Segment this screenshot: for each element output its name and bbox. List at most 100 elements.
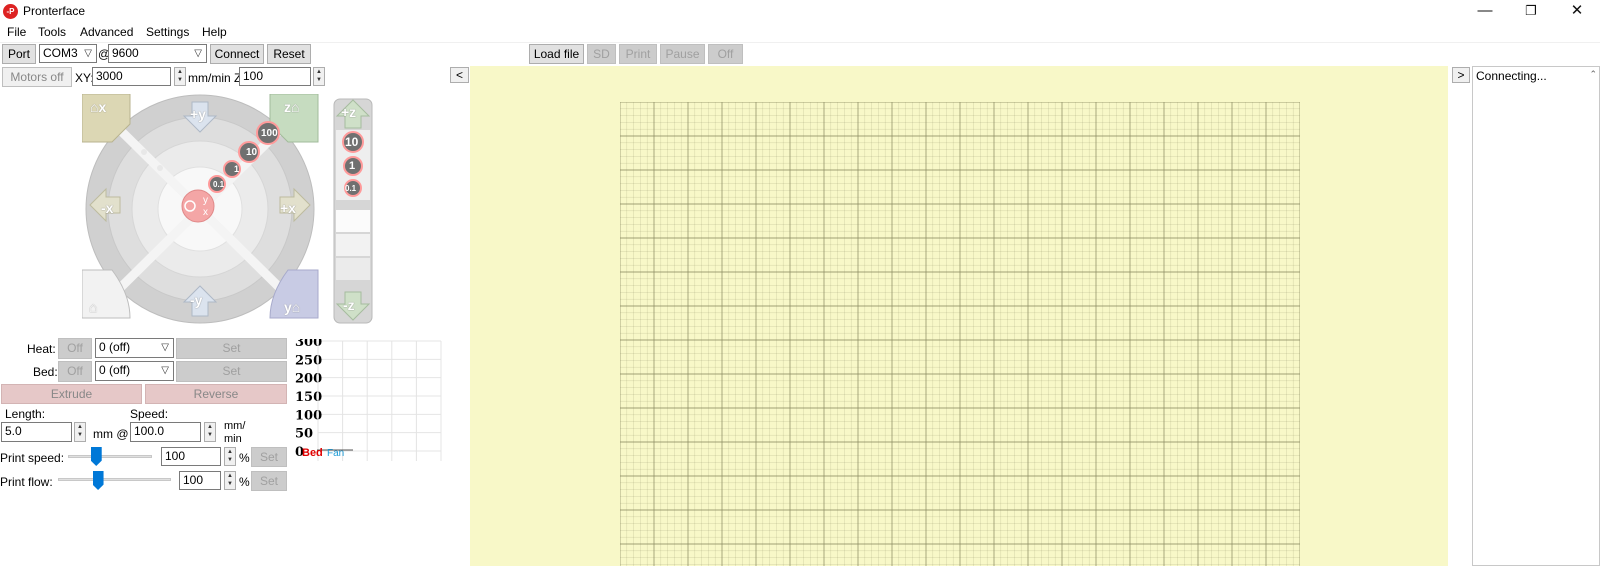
close-icon[interactable]: ✕ [1554,0,1600,22]
sd-button[interactable]: SD [587,44,616,64]
jog-minus-y[interactable]: -y [190,292,202,308]
collapse-left-button[interactable]: < [450,67,469,83]
menu-file[interactable]: File [7,25,26,39]
z-step-1[interactable]: 1 [349,160,355,172]
speed-unit-top: mm/ [224,420,246,432]
baud-select[interactable]: 9600 ▽ [108,44,207,63]
heat-set-button[interactable]: Set [176,338,287,359]
print-preview-panel[interactable] [470,66,1448,566]
bed-off-button[interactable]: Off [58,361,92,382]
bed-select[interactable]: 0 (off) ▽ [95,361,174,381]
extrude-button[interactable]: Extrude [1,384,142,404]
jog-minus-x[interactable]: -x [101,200,113,216]
graph-bed-label: Bed [302,447,323,459]
jog-minus-z[interactable]: -z [343,297,355,313]
collapse-right-button[interactable]: > [1452,67,1470,83]
home-y-label: y⌂ [284,299,301,315]
restore-icon[interactable]: ❐ [1508,0,1554,22]
print-flow-label: Print flow: [0,475,53,489]
chevron-down-icon: ▽ [161,365,169,376]
build-plate-grid [620,102,1300,566]
speed-unit-bottom: min [224,433,242,445]
app-icon: -P [3,4,18,19]
chevron-down-icon: ▽ [194,48,202,59]
menu-tools[interactable]: Tools [38,25,66,39]
reset-button[interactable]: Reset [267,44,311,64]
z-step-0-1[interactable]: 0.1 [345,184,356,193]
center-y-label: y [203,195,208,206]
print-speed-label: Print speed: [0,451,65,465]
xy-label: XY: [75,71,94,85]
reverse-button[interactable]: Reverse [145,384,287,404]
print-flow-stepper[interactable]: ▲ ▼ [224,471,236,490]
chevron-down-icon: ▽ [161,342,169,353]
scroll-up-icon[interactable]: ⌃ [1589,69,1597,80]
port-button[interactable]: Port [2,44,36,64]
print-speed-percent: % [239,451,250,465]
load-file-button[interactable]: Load file [529,44,584,64]
step-1[interactable]: 1 [234,164,239,174]
print-flow-input[interactable]: 100 [179,471,221,490]
baud-value: 9600 [112,46,139,60]
minimize-icon[interactable]: — [1462,0,1508,22]
mm-at-label: mm @ [93,427,129,441]
home-all-icon: ⌂ [89,299,98,315]
heat-select[interactable]: 0 (off) ▽ [95,338,174,358]
feedrate-unit-label: mm/min Z: [188,71,245,85]
z-feedrate-input[interactable]: 100 [239,67,311,86]
step-100[interactable]: 100 [261,128,278,139]
port-value: COM3 [43,46,78,60]
heat-value: 0 (off) [99,340,131,354]
graph-tick-label: 50 [295,427,313,442]
menu-settings[interactable]: Settings [146,25,189,39]
length-stepper[interactable]: ▲ ▼ [74,422,86,442]
print-speed-input[interactable]: 100 [161,447,221,466]
speed-input[interactable]: 100.0 [130,422,201,442]
off-button[interactable]: Off [708,44,743,64]
xy-feedrate-stepper[interactable]: ▲ ▼ [174,67,186,86]
menu-advanced[interactable]: Advanced [80,25,133,39]
length-input[interactable]: 5.0 [1,422,72,442]
home-z-label: z⌂ [284,99,300,115]
print-speed-slider[interactable] [68,455,152,458]
step-0-1[interactable]: 0.1 [213,180,224,189]
print-flow-percent: % [239,475,250,489]
print-speed-set-button[interactable]: Set [251,447,287,467]
speed-stepper[interactable]: ▲ ▼ [204,422,216,442]
step-10[interactable]: 10 [246,147,257,158]
z-feedrate-stepper[interactable]: ▲ ▼ [313,67,325,86]
home-x-label: ⌂x [90,99,107,115]
bed-value: 0 (off) [99,363,131,377]
print-flow-set-button[interactable]: Set [251,471,287,491]
print-speed-stepper[interactable]: ▲ ▼ [224,447,236,466]
temperature-graph: 300250200150100500Bed Fan [295,339,442,461]
home-icon: ⌂ [291,299,301,315]
heat-off-button[interactable]: Off [58,338,92,359]
pause-button[interactable]: Pause [660,44,705,64]
speed-label: Speed: [130,407,169,421]
print-flow-slider-thumb[interactable] [92,471,104,490]
print-speed-slider-thumb[interactable] [90,447,102,466]
connect-button[interactable]: Connect [210,44,264,64]
center-x-label: x [203,207,208,218]
port-select[interactable]: COM3 ▽ [39,44,97,63]
z-jog-control[interactable] [333,98,373,324]
z-step-10[interactable]: 10 [345,135,358,149]
heat-label: Heat: [27,342,56,356]
jog-plus-x[interactable]: +x [280,200,296,216]
bed-set-button[interactable]: Set [176,361,287,382]
length-label: Length: [5,407,46,421]
log-text: Connecting... [1476,69,1547,83]
menu-help[interactable]: Help [202,25,227,39]
chevron-down-icon: ▽ [84,48,92,59]
home-icon: ⌂ [291,99,300,115]
menu-separator [0,42,1600,43]
graph-fan-label: Fan [327,448,344,459]
print-flow-slider[interactable] [58,478,171,481]
jog-plus-y[interactable]: +y [190,106,206,122]
motors-off-button[interactable]: Motors off [2,67,72,87]
xy-feedrate-input[interactable]: 3000 [92,67,171,86]
print-button[interactable]: Print [619,44,657,64]
jog-plus-z[interactable]: +z [341,104,356,120]
log-panel[interactable]: Connecting... ⌃ [1472,66,1600,566]
